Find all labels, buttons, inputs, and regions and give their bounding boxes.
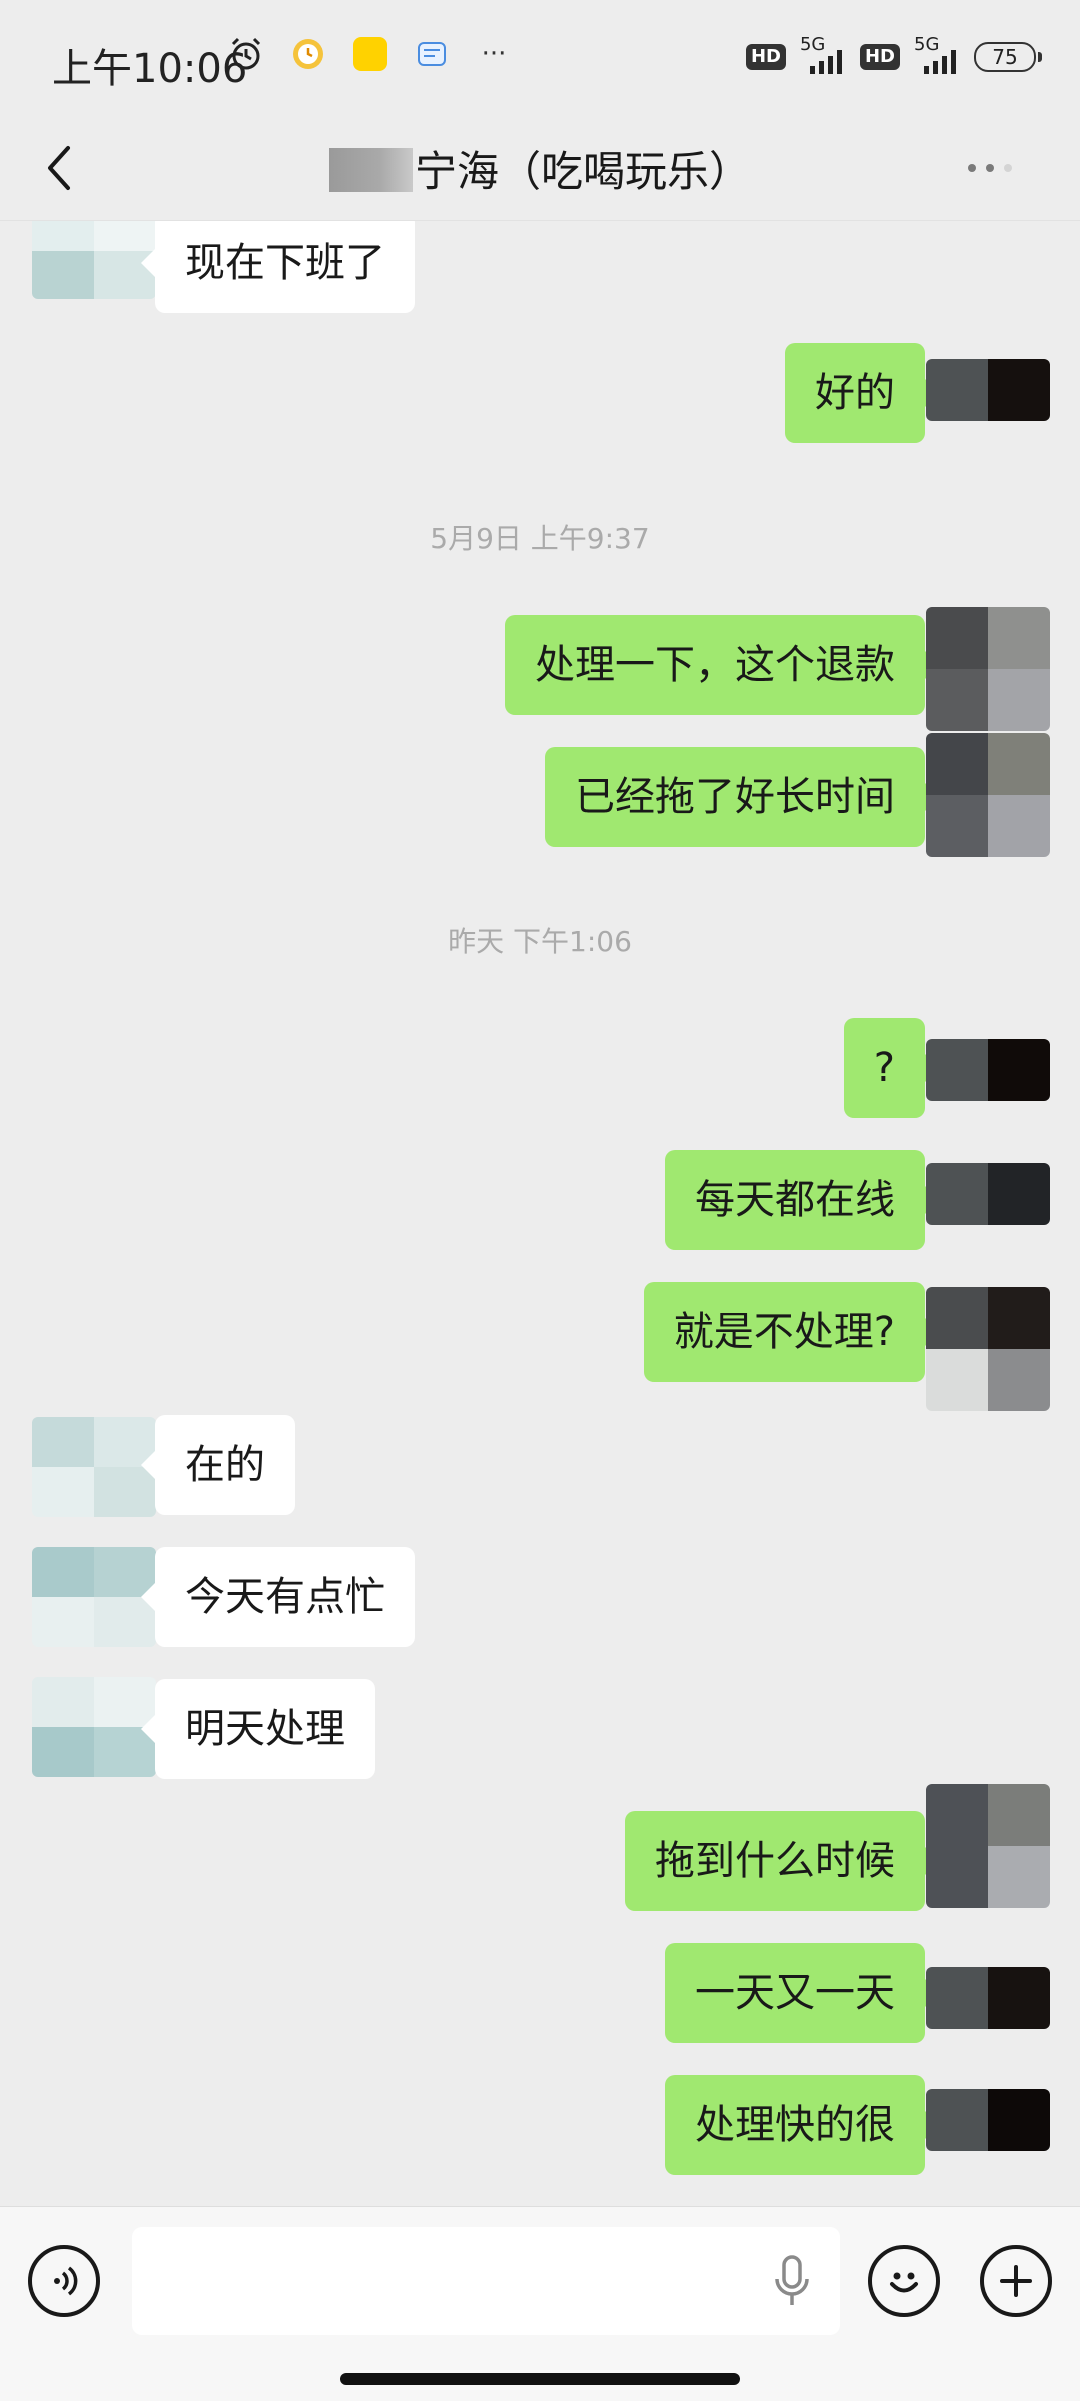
emoji-icon bbox=[890, 2272, 918, 2293]
clock-app-icon bbox=[288, 34, 328, 74]
message-list[interactable]: 现在下班了 好的 5月9日 上午9:37 处理一下，这个退款 已经拖了好长时间 … bbox=[0, 221, 1080, 2206]
my-avatar[interactable] bbox=[926, 2089, 1050, 2151]
alarm-icon bbox=[226, 34, 266, 74]
hd-badge: HD bbox=[745, 44, 786, 70]
contact-avatar[interactable] bbox=[32, 1677, 156, 1777]
chat-header: 宁海（吃喝玩乐） bbox=[0, 120, 1080, 221]
chat-title-text: 宁海（吃喝玩乐） bbox=[414, 147, 751, 196]
title-blurred-name bbox=[328, 148, 413, 192]
chat-more-button[interactable] bbox=[968, 148, 1028, 188]
message-bubble-outgoing[interactable]: 已经拖了好长时间 bbox=[545, 747, 939, 847]
message-bubble-outgoing[interactable]: 好的 bbox=[785, 343, 939, 443]
status-bar: 上午10:06 ··· HD 5G HD 5G 75 bbox=[0, 0, 1080, 120]
home-indicator[interactable] bbox=[340, 2373, 740, 2385]
more-notifications-icon: ··· bbox=[481, 39, 507, 69]
voice-icon bbox=[54, 2266, 78, 2296]
message-input[interactable] bbox=[132, 2227, 840, 2335]
message-bubble-outgoing[interactable]: 处理一下，这个退款 bbox=[505, 615, 939, 715]
my-avatar[interactable] bbox=[926, 1967, 1050, 2029]
emoji-button[interactable] bbox=[868, 2245, 940, 2317]
my-avatar[interactable] bbox=[926, 607, 1050, 731]
signal-icon-2: 5G bbox=[910, 34, 964, 76]
chat-input-bar bbox=[0, 2206, 1080, 2401]
my-avatar[interactable] bbox=[926, 1784, 1050, 1908]
message-bubble-outgoing[interactable]: 一天又一天 bbox=[665, 1943, 939, 2043]
message-bubble-incoming[interactable]: 在的 bbox=[141, 1415, 295, 1515]
plus-icon bbox=[1000, 2265, 1032, 2297]
my-avatar[interactable] bbox=[926, 1287, 1050, 1411]
status-time: 上午10:06 bbox=[52, 46, 248, 92]
message-bubble-outgoing[interactable]: 每天都在线 bbox=[665, 1150, 939, 1250]
meituan-app-icon bbox=[350, 34, 390, 74]
contact-avatar[interactable] bbox=[32, 1547, 156, 1647]
message-bubble-outgoing[interactable]: ? bbox=[843, 1018, 940, 1118]
more-functions-button[interactable] bbox=[980, 2245, 1052, 2317]
status-notification-icons: ··· bbox=[226, 34, 514, 74]
my-avatar[interactable] bbox=[926, 733, 1050, 857]
hd-badge-2: HD bbox=[859, 44, 900, 70]
contact-avatar[interactable] bbox=[32, 221, 156, 299]
timestamp-separator: 昨天 下午1:06 bbox=[448, 925, 632, 958]
message-app-icon bbox=[412, 34, 452, 74]
status-system-icons: HD 5G HD 5G 75 bbox=[745, 34, 1042, 76]
message-bubble-incoming[interactable]: 明天处理 bbox=[141, 1679, 375, 1779]
timestamp-separator: 5月9日 上午9:37 bbox=[430, 522, 650, 555]
message-bubble-incoming[interactable]: 现在下班了 bbox=[141, 221, 415, 313]
message-bubble-outgoing[interactable]: 处理快的很 bbox=[665, 2075, 939, 2175]
signal-icon: 5G bbox=[796, 34, 850, 76]
my-avatar[interactable] bbox=[926, 1163, 1050, 1225]
my-avatar[interactable] bbox=[926, 359, 1050, 421]
message-bubble-outgoing[interactable]: 拖到什么时候 bbox=[625, 1811, 939, 1911]
chat-title: 宁海（吃喝玩乐） bbox=[0, 138, 1080, 199]
message-bubble-incoming[interactable]: 今天有点忙 bbox=[141, 1547, 415, 1647]
my-avatar[interactable] bbox=[926, 1039, 1050, 1101]
mic-icon[interactable] bbox=[772, 2251, 812, 2311]
contact-avatar[interactable] bbox=[32, 1417, 156, 1517]
message-bubble-outgoing[interactable]: 就是不处理? bbox=[643, 1282, 940, 1382]
battery-indicator: 75 bbox=[974, 42, 1042, 72]
voice-toggle-button[interactable] bbox=[28, 2245, 100, 2317]
